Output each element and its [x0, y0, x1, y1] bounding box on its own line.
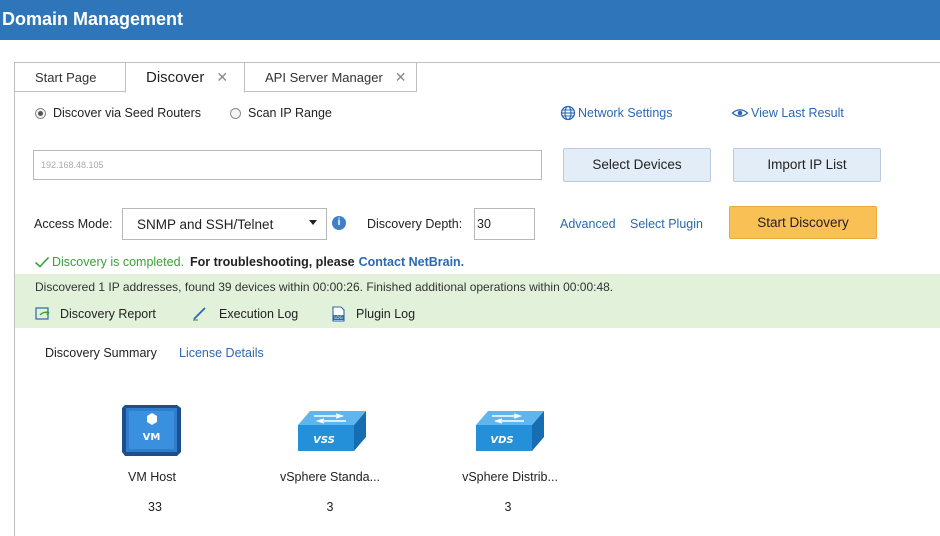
device-name: VM Host: [128, 470, 176, 484]
device-name: vSphere Distrib...: [462, 470, 558, 484]
discovery-report-link[interactable]: Discovery Report: [35, 306, 156, 321]
execution-log-link[interactable]: Execution Log: [192, 306, 298, 321]
discovery-depth-label: Discovery Depth:: [367, 217, 463, 231]
network-settings-label: Network Settings: [578, 106, 673, 120]
tab-discovery-summary[interactable]: Discovery Summary: [45, 346, 157, 360]
radio-seed-routers[interactable]: Discover via Seed Routers: [35, 106, 201, 120]
network-settings-link[interactable]: Network Settings: [560, 105, 672, 121]
plugin-log-label: Plugin Log: [356, 307, 416, 321]
import-ip-list-button[interactable]: Import IP List: [733, 148, 881, 182]
discovery-depth-input[interactable]: 30: [474, 208, 535, 240]
radio-scan-ip-range[interactable]: Scan IP Range: [230, 106, 332, 120]
window-title: Domain Management: [0, 0, 940, 40]
tab-start-page[interactable]: Start Page: [14, 62, 126, 92]
radio-scan-label: Scan IP Range: [248, 106, 332, 120]
tab-api-server-manager[interactable]: API Server Manager ✕: [244, 62, 417, 92]
globe-icon: [560, 105, 576, 121]
advanced-link[interactable]: Advanced: [560, 217, 616, 231]
tab-label: Start Page: [35, 69, 97, 85]
device-count[interactable]: 33: [130, 500, 180, 514]
svg-text:VSS: VSS: [313, 435, 335, 446]
device-count[interactable]: 3: [305, 500, 355, 514]
svg-text:VDS: VDS: [490, 435, 513, 446]
plugin-log-link[interactable]: LOG Plugin Log: [331, 306, 415, 322]
radio-seed-label: Discover via Seed Routers: [53, 106, 201, 120]
info-icon[interactable]: i: [332, 216, 346, 230]
start-discovery-button[interactable]: Start Discovery: [729, 206, 877, 239]
discovery-report-label: Discovery Report: [60, 306, 156, 321]
contact-netbrain-link[interactable]: Contact NetBrain.: [359, 255, 465, 269]
access-mode-select[interactable]: SNMP and SSH/Telnet: [122, 208, 327, 240]
svg-text:VM: VM: [143, 432, 161, 443]
vswitch-icon[interactable]: VDS: [474, 409, 546, 453]
discovery-summary-line: Discovered 1 IP addresses, found 39 devi…: [35, 280, 614, 294]
device-name: vSphere Standa...: [279, 470, 381, 484]
tab-license-details[interactable]: License Details: [179, 346, 264, 360]
pencil-icon: [193, 307, 206, 321]
tab-bar: Start Page Discover ✕ API Server Manager…: [14, 62, 417, 93]
eye-icon: [731, 109, 749, 117]
radio-checked-icon[interactable]: [35, 107, 46, 119]
device-count[interactable]: 3: [483, 500, 533, 514]
select-plugin-link[interactable]: Select Plugin: [630, 217, 703, 231]
vm-host-icon[interactable]: VM: [121, 404, 183, 458]
close-icon[interactable]: ✕: [395, 69, 407, 86]
select-devices-button[interactable]: Select Devices: [563, 148, 711, 182]
completed-text: Discovery is completed.: [52, 255, 184, 269]
completion-message: Discovery is completed. For troubleshoot…: [34, 255, 464, 269]
svg-text:LOG: LOG: [334, 315, 342, 320]
report-icon: [35, 307, 50, 320]
tab-label: API Server Manager: [265, 69, 383, 85]
vswitch-icon[interactable]: VSS: [296, 409, 368, 453]
tab-discover[interactable]: Discover ✕: [125, 62, 245, 93]
chevron-down-icon: [309, 220, 317, 225]
view-last-result-link[interactable]: View Last Result: [731, 105, 844, 121]
radio-unchecked-icon[interactable]: [230, 107, 241, 119]
access-mode-label: Access Mode:: [34, 217, 113, 231]
tab-label: Discover: [146, 69, 205, 86]
troubleshoot-text: For troubleshooting, please: [190, 255, 355, 269]
close-icon[interactable]: ✕: [216, 69, 228, 86]
execution-log-label: Execution Log: [219, 306, 299, 321]
log-file-icon: LOG: [332, 306, 345, 322]
seed-ip-input[interactable]: 192.168.48.105: [33, 150, 542, 180]
view-last-result-label: View Last Result: [751, 106, 844, 120]
access-mode-value: SNMP and SSH/Telnet: [137, 216, 274, 232]
check-icon: [34, 256, 50, 268]
